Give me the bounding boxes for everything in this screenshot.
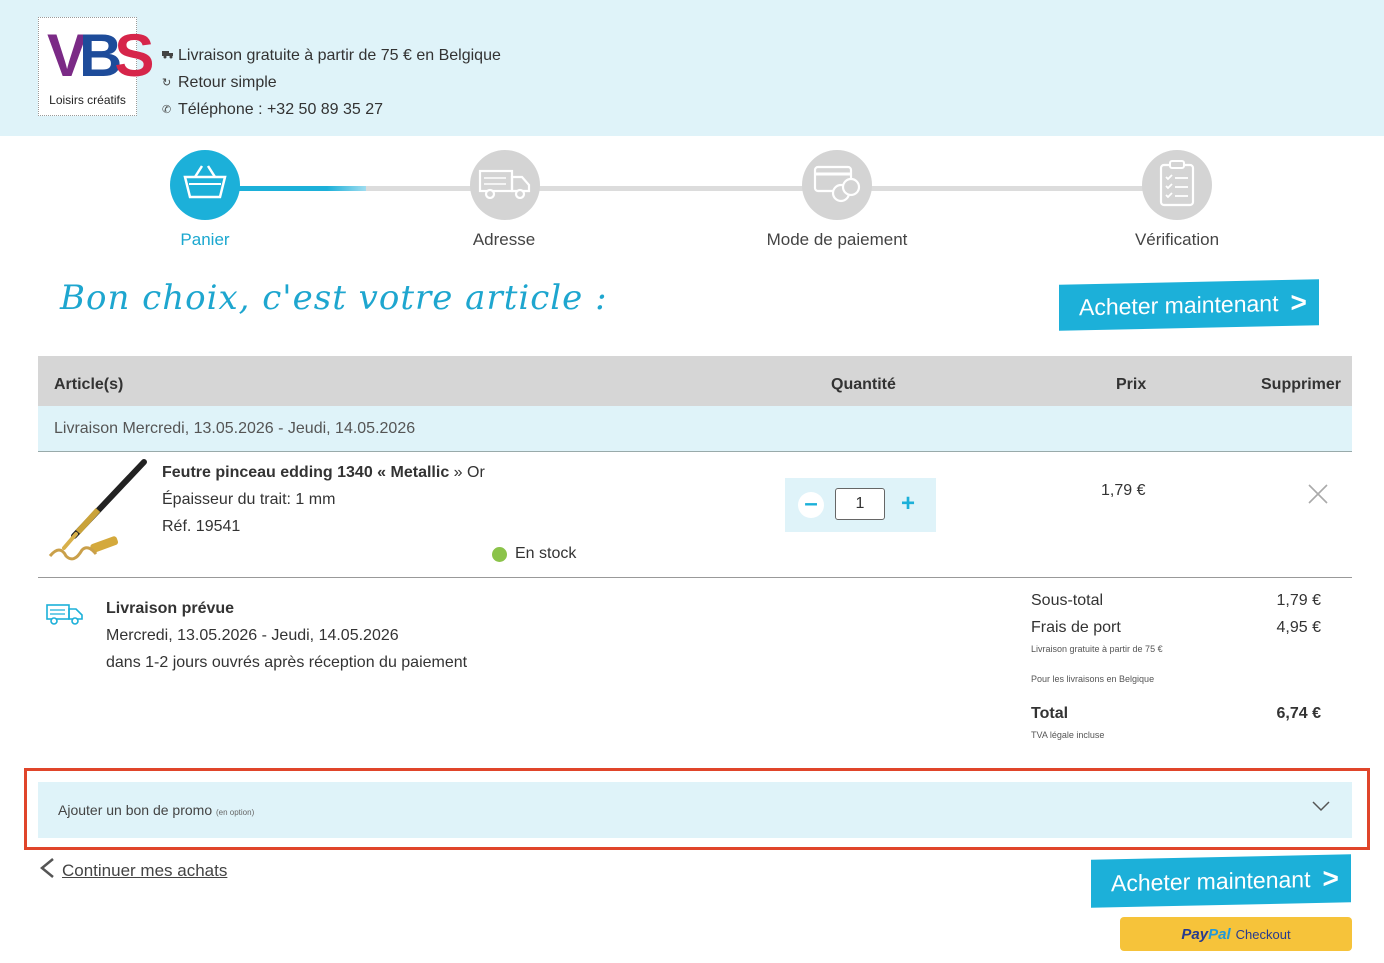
buy-now-button-top[interactable]: Acheter maintenant >: [1059, 279, 1319, 331]
remove-item-button[interactable]: [1306, 482, 1330, 506]
planned-delivery-note: dans 1-2 jours ouvrés après réception du…: [106, 654, 468, 671]
shipping-note-belgium: Pour les livraisons en Belgique: [1031, 674, 1155, 684]
product-thickness: Épaisseur du trait: 1 mm: [162, 491, 336, 508]
delivery-truck-icon: [46, 602, 84, 631]
step-payment[interactable]: [802, 150, 872, 220]
payment-card-icon: [811, 161, 863, 210]
step-label-address[interactable]: Adresse: [404, 230, 604, 250]
info-free-shipping: Livraison gratuite à partir de 75 € en B…: [162, 42, 501, 69]
step-label-cart[interactable]: Panier: [105, 230, 305, 250]
quantity-increase-button[interactable]: +: [895, 492, 921, 518]
logo-subtitle: Loisirs créatifs: [49, 93, 126, 107]
step-address[interactable]: [470, 150, 540, 220]
header-remove: Supprimer: [1261, 376, 1342, 393]
paypal-logo-part: Pal: [1208, 925, 1231, 943]
stock-status: En stock: [492, 545, 576, 563]
buy-now-label: Acheter maintenant: [1111, 865, 1311, 896]
info-return: ↻ Retour simple: [162, 69, 501, 96]
buy-now-button-bottom[interactable]: Acheter maintenant >: [1091, 854, 1351, 908]
paypal-logo-part: Pay: [1181, 925, 1209, 943]
step-label-verification[interactable]: Vérification: [1077, 230, 1277, 250]
in-stock-dot-icon: [492, 546, 507, 562]
header-article: Article(s): [54, 376, 124, 393]
planned-delivery: Livraison prévue Mercredi, 13.05.2026 - …: [38, 578, 838, 758]
vat-note: TVA légale incluse: [1031, 730, 1105, 740]
truck-icon: [478, 167, 532, 204]
shop-infos: Livraison gratuite à partir de 75 € en B…: [162, 42, 501, 123]
info-text: Livraison gratuite à partir de 75 € en B…: [178, 46, 501, 64]
product-title-part: » Or: [453, 464, 485, 481]
chevron-right-icon: >: [1290, 286, 1307, 318]
close-icon: [1308, 484, 1328, 504]
product-title-part: Metallic: [386, 464, 454, 481]
return-icon: ↻: [162, 76, 172, 89]
step-line: [366, 186, 472, 191]
shipping-value: 4,95 €: [1276, 619, 1321, 636]
step-label-payment[interactable]: Mode de paiement: [737, 230, 937, 250]
top-info-bar: VBS Loisirs créatifs Livraison gratuite …: [0, 0, 1384, 136]
paypal-checkout-button[interactable]: Pay Pal Checkout: [1120, 917, 1352, 951]
item-price: 1,79 €: [1101, 482, 1146, 499]
truck-icon: [162, 45, 175, 67]
promo-optional-note: (en option): [216, 808, 255, 817]
quantity-input[interactable]: 1: [835, 488, 885, 520]
info-text: Retour simple: [178, 73, 277, 91]
stock-label: En stock: [515, 545, 577, 562]
subtotal-value: 1,79 €: [1276, 592, 1321, 609]
continue-shopping-link[interactable]: Continuer mes achats: [38, 857, 227, 884]
header-quantity: Quantité: [831, 376, 896, 393]
total-value: 6,74 €: [1276, 705, 1321, 722]
product-image[interactable]: [46, 458, 150, 564]
delivery-band: Livraison Mercredi, 13.05.2026 - Jeudi, …: [38, 406, 1352, 452]
total-label: Total: [1031, 705, 1069, 722]
quantity-stepper: – 1 +: [785, 478, 936, 532]
chevron-right-icon: >: [1322, 862, 1339, 894]
product-ref: Réf. 19541: [162, 518, 241, 535]
checklist-icon: [1157, 159, 1197, 212]
logo[interactable]: VBS Loisirs créatifs: [38, 17, 154, 116]
step-progress-line: [236, 186, 366, 191]
planned-delivery-dates: Mercredi, 13.05.2026 - Jeudi, 14.05.2026: [106, 627, 399, 644]
product-title[interactable]: Feutre pinceau edding 1340 « Metallic » …: [162, 464, 485, 482]
chevron-left-icon: [38, 857, 56, 884]
promo-label: Ajouter un bon de promo: [58, 802, 213, 818]
checkout-steps: Panier Adresse Mode de paiement Vérifica…: [0, 150, 1384, 260]
logo-mark: VBS: [47, 22, 154, 89]
product-title-part: Feutre pinceau edding 1340 «: [162, 464, 387, 481]
cart-item-row: Feutre pinceau edding 1340 « Metallic » …: [38, 452, 1352, 578]
planned-delivery-title: Livraison prévue: [106, 600, 235, 617]
step-line: [870, 186, 1146, 191]
subtotal-label: Sous-total: [1031, 592, 1104, 609]
step-cart[interactable]: [170, 150, 240, 220]
info-phone: ✆ Téléphone : +32 50 89 35 27: [162, 96, 501, 123]
shipping-note-free: Livraison gratuite à partir de 75 €: [1031, 644, 1163, 654]
step-verification[interactable]: [1142, 150, 1212, 220]
basket-icon: [182, 163, 228, 208]
header-price: Prix: [1116, 376, 1147, 393]
info-text: Téléphone : +32 50 89 35 27: [178, 100, 384, 118]
promo-code-toggle[interactable]: Ajouter un bon de promo (en option): [38, 782, 1352, 838]
page-headline: Bon choix, c'est votre article :: [60, 278, 608, 318]
paypal-checkout-label: Checkout: [1235, 926, 1291, 942]
continue-shopping-label: Continuer mes achats: [62, 860, 228, 880]
buy-now-label: Acheter maintenant: [1079, 289, 1279, 320]
shipping-label: Frais de port: [1031, 619, 1121, 636]
quantity-decrease-button[interactable]: –: [798, 492, 824, 518]
step-line: [536, 186, 804, 191]
phone-icon: ✆: [162, 103, 172, 116]
cart-table-header: Article(s) Quantité Prix Supprimer: [38, 356, 1352, 406]
chevron-down-icon: [1312, 799, 1330, 815]
